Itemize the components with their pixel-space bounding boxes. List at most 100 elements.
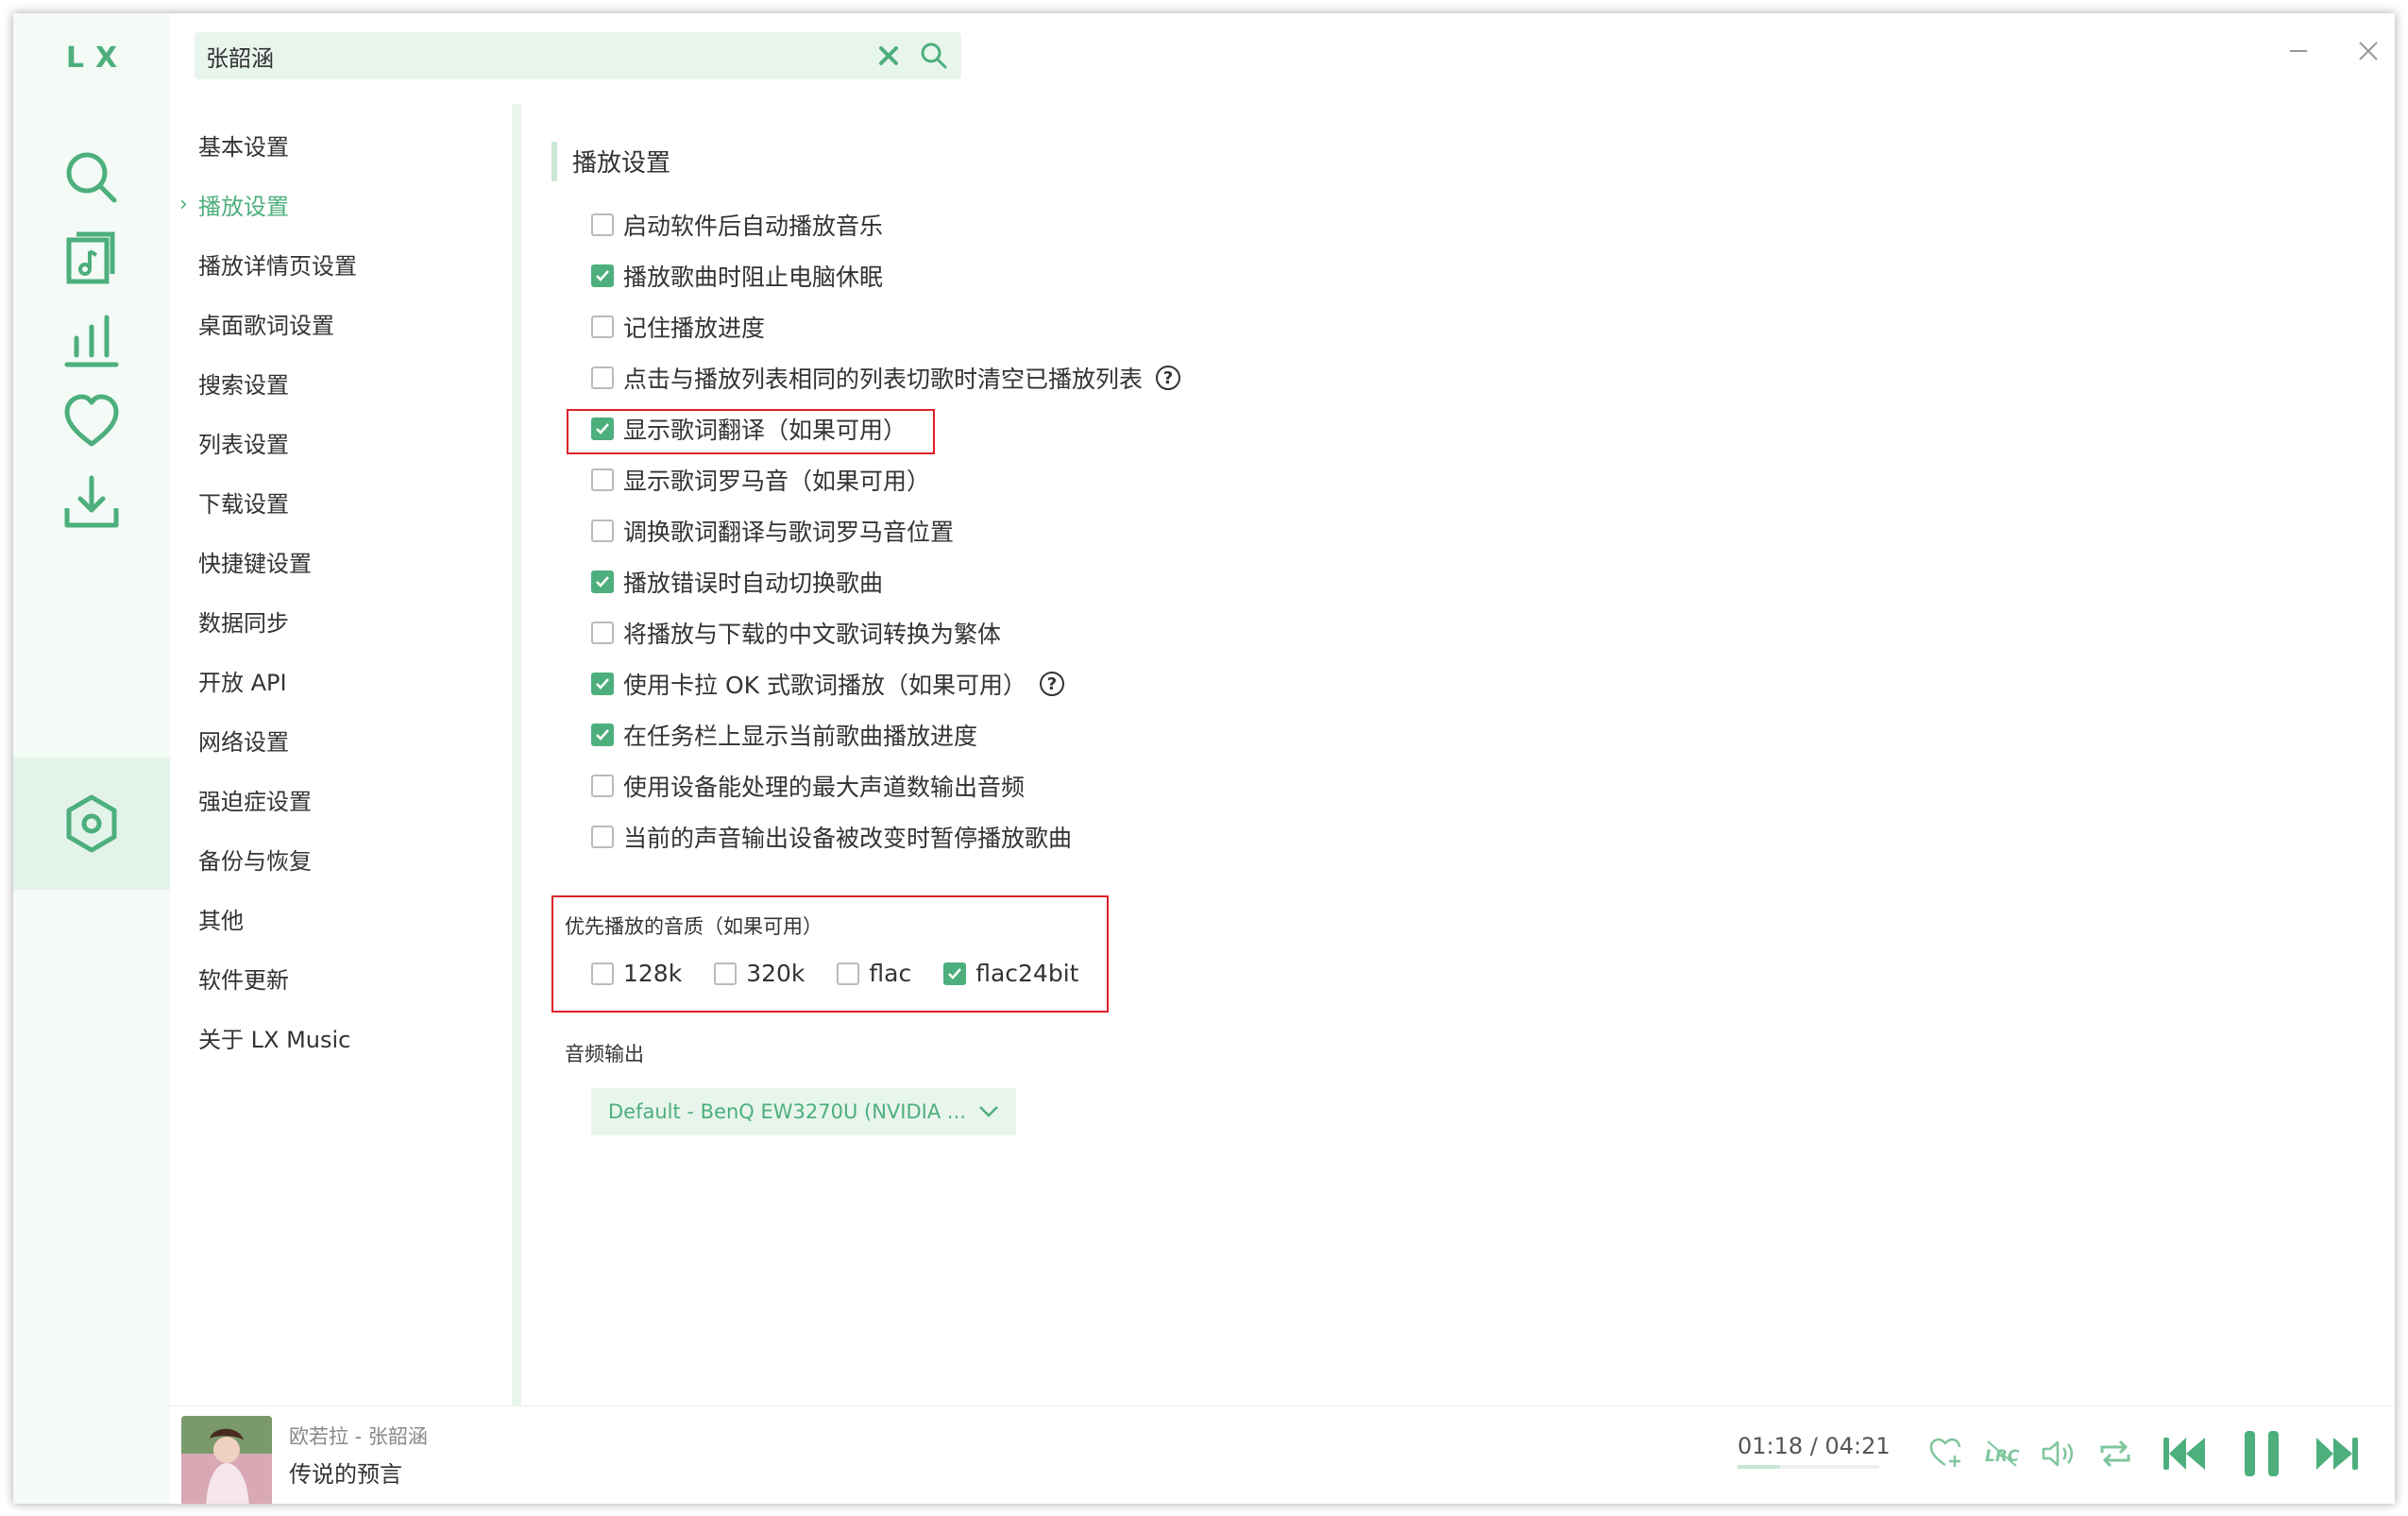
checkbox[interactable]	[591, 622, 614, 644]
setting-option[interactable]: 记住播放进度	[591, 310, 765, 344]
volume-icon	[2042, 1440, 2073, 1467]
checkbox-checked[interactable]	[591, 724, 614, 746]
quality-title: 优先播放的音质（如果可用）	[565, 915, 822, 938]
quality-320k[interactable]: 320k	[714, 960, 805, 987]
checkbox[interactable]	[591, 468, 614, 491]
close-button[interactable]	[2349, 32, 2387, 70]
download-icon	[64, 475, 119, 528]
setting-label: 将播放与下载的中文歌词转换为繁体	[623, 621, 1002, 648]
setting-label: 使用设备能处理的最大声道数输出音频	[623, 774, 1026, 801]
setting-option[interactable]: 使用卡拉 OK 式歌词播放（如果可用）?	[591, 667, 1064, 701]
menu-item-about[interactable]: 关于 LX Music	[198, 1021, 350, 1059]
setting-option[interactable]: 调换歌词翻译与歌词罗马音位置	[591, 514, 954, 548]
menu-item-sync[interactable]: 数据同步	[198, 605, 289, 642]
favorite-add-button[interactable]	[1926, 1435, 1964, 1473]
menu-item-other[interactable]: 其他	[198, 902, 244, 940]
setting-label: 记住播放进度	[623, 315, 766, 342]
quality-options: 128k 320k flac flac24bit	[591, 960, 1111, 987]
menu-item-network[interactable]: 网络设置	[198, 724, 289, 761]
checkbox-checked[interactable]	[591, 571, 614, 593]
section-title: 播放设置	[572, 149, 671, 178]
setting-option[interactable]: 使用设备能处理的最大声道数输出音频	[591, 769, 1025, 803]
quality-flac24bit[interactable]: flac24bit	[943, 960, 1078, 987]
help-icon[interactable]: ?	[1156, 366, 1181, 390]
checkbox[interactable]	[591, 826, 614, 848]
menu-item-list[interactable]: 列表设置	[198, 426, 289, 464]
checkbox[interactable]	[591, 213, 614, 236]
section-marker	[551, 142, 557, 181]
menu-item-hotkey[interactable]: 快捷键设置	[198, 545, 312, 583]
audio-output-select[interactable]: Default - BenQ EW3270U (NVIDIA ...	[591, 1088, 1016, 1135]
checkbox-checked[interactable]	[591, 264, 614, 287]
minimize-button[interactable]	[2280, 32, 2317, 70]
setting-label: 当前的声音输出设备被改变时暂停播放歌曲	[623, 825, 1073, 852]
search-bar: 张韶涵	[195, 32, 961, 79]
minimize-icon	[2290, 50, 2307, 52]
menu-item-download[interactable]: 下载设置	[198, 485, 289, 523]
menu-item-play-detail[interactable]: 播放详情页设置	[198, 247, 357, 285]
song-title: 传说的预言	[289, 1461, 402, 1488]
settings-content: 播放设置 启动软件后自动播放音乐 播放歌曲时阻止电脑休眠记住播放进度点击与播放列表…	[523, 104, 2393, 1407]
repeat-mode-button[interactable]	[2096, 1435, 2134, 1473]
nav-download[interactable]	[13, 436, 170, 569]
checkbox-checked[interactable]	[943, 962, 967, 985]
checkbox[interactable]	[837, 962, 860, 985]
menu-item-basic[interactable]: 基本设置	[198, 128, 289, 166]
setting-option[interactable]: 播放错误时自动切换歌曲	[591, 565, 883, 599]
settings-menu: › 基本设置 播放设置 播放详情页设置 桌面歌词设置 搜索设置 列表设置 下载设…	[170, 104, 510, 1407]
menu-item-desktop-lyric[interactable]: 桌面歌词设置	[198, 307, 334, 345]
quality-flac[interactable]: flac	[837, 960, 911, 987]
volume-button[interactable]	[2040, 1435, 2077, 1473]
setting-option[interactable]: 启动软件后自动播放音乐	[591, 208, 883, 242]
heart-add-icon	[1929, 1438, 1961, 1467]
pause-button[interactable]	[2238, 1427, 2285, 1480]
checkbox[interactable]	[591, 315, 614, 338]
checkbox[interactable]	[714, 962, 738, 985]
lrc-icon: LRC	[1985, 1440, 2020, 1467]
clear-icon[interactable]	[873, 40, 905, 72]
checkbox[interactable]	[591, 775, 614, 797]
search-input[interactable]: 张韶涵	[206, 40, 859, 73]
highlight-box-translation	[567, 409, 935, 454]
skip-next-icon	[2316, 1438, 2358, 1470]
setting-option[interactable]: 在任务栏上显示当前歌曲播放进度	[591, 718, 977, 752]
setting-label: 使用卡拉 OK 式歌词播放（如果可用）	[623, 672, 1026, 699]
nav-settings[interactable]	[13, 758, 170, 890]
menu-item-search[interactable]: 搜索设置	[198, 366, 289, 404]
menu-item-backup[interactable]: 备份与恢复	[198, 843, 312, 880]
previous-button[interactable]	[2161, 1431, 2210, 1476]
setting-option[interactable]: 当前的声音输出设备被改变时暂停播放歌曲	[591, 820, 1072, 854]
setting-option[interactable]: 将播放与下载的中文歌词转换为繁体	[591, 616, 1001, 650]
search-icon[interactable]	[918, 40, 950, 72]
setting-option[interactable]: 显示歌词罗马音（如果可用）	[591, 463, 930, 497]
setting-label: 显示歌词罗马音（如果可用）	[623, 468, 931, 495]
progress-bar[interactable]	[1738, 1465, 1879, 1469]
checkbox-checked[interactable]	[591, 673, 614, 695]
checkbox[interactable]	[591, 520, 614, 542]
checkbox[interactable]	[591, 962, 614, 985]
active-arrow-icon: ›	[179, 193, 188, 216]
lyric-toggle-button[interactable]: LRC	[1983, 1435, 2021, 1473]
next-button[interactable]	[2312, 1431, 2361, 1476]
checkbox[interactable]	[591, 366, 614, 389]
repeat-icon	[2100, 1439, 2130, 1468]
menu-item-play[interactable]: 播放设置	[198, 188, 289, 226]
play-time: 01:18 / 04:21	[1738, 1433, 1891, 1459]
menu-item-odc[interactable]: 强迫症设置	[198, 783, 312, 821]
skip-previous-icon	[2163, 1438, 2205, 1470]
song-artist: 欧若拉 - 张韶涵	[289, 1425, 428, 1448]
menu-scrollbar[interactable]	[512, 104, 521, 1407]
setting-option[interactable]: 播放歌曲时阻止电脑休眠	[591, 259, 883, 293]
setting-label: 播放错误时自动切换歌曲	[623, 570, 884, 597]
audio-output-title: 音频输出	[565, 1043, 644, 1065]
app-logo: LX	[65, 42, 129, 75]
chevron-down-icon	[979, 1106, 998, 1117]
quality-128k[interactable]: 128k	[591, 960, 682, 987]
menu-item-open-api[interactable]: 开放 API	[198, 664, 287, 702]
album-cover[interactable]	[181, 1416, 272, 1504]
menu-item-update[interactable]: 软件更新	[198, 962, 289, 999]
help-icon[interactable]: ?	[1039, 672, 1064, 696]
pause-icon	[2245, 1431, 2279, 1476]
setting-option[interactable]: 点击与播放列表相同的列表切歌时清空已播放列表?	[591, 361, 1181, 395]
setting-label: 在任务栏上显示当前歌曲播放进度	[623, 723, 978, 750]
